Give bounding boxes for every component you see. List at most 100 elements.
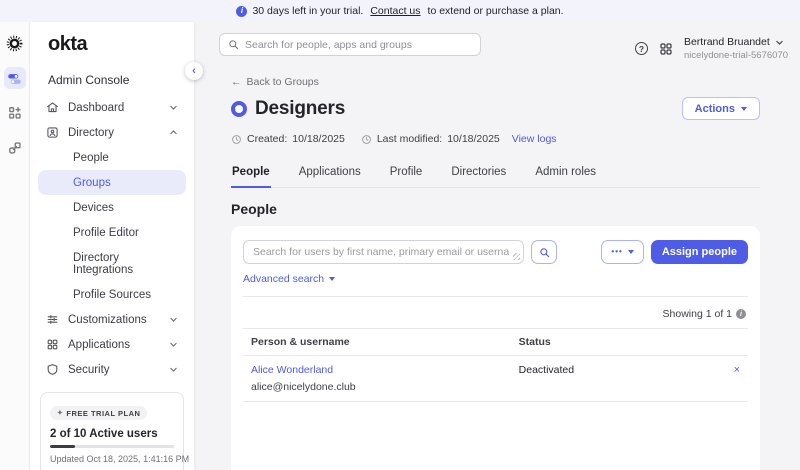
- column-actions: [707, 328, 748, 356]
- trial-plan-card: ✦ FREE TRIAL PLAN 2 of 10 Active users U…: [40, 392, 190, 470]
- okta-wordmark: okta: [48, 33, 88, 55]
- section-title: People: [231, 201, 277, 217]
- person-name-link[interactable]: Alice Wonderland: [251, 364, 503, 376]
- user-search-input[interactable]: [244, 241, 523, 263]
- caret-down-icon: [329, 277, 336, 281]
- okta-logo-icon: [4, 32, 26, 54]
- created-value: 10/18/2025: [292, 133, 345, 145]
- sidebar-item-applications[interactable]: Applications: [38, 332, 186, 357]
- showing-label: Showing 1 of 1: [662, 308, 732, 320]
- info-icon: i: [236, 5, 248, 17]
- column-person-username: Person & username: [243, 328, 511, 356]
- more-options-button[interactable]: •••: [601, 240, 644, 264]
- actions-button[interactable]: Actions: [681, 97, 760, 120]
- sidebar-item-devices[interactable]: Devices: [38, 195, 186, 220]
- trial-banner: i 30 days left in your trial. Contact us…: [0, 0, 800, 22]
- sidebar-item-directory[interactable]: Directory: [38, 120, 186, 145]
- home-icon: [46, 101, 59, 114]
- org-name: nicelydone-trial-5676070: [683, 50, 788, 61]
- star-icon: ✦: [57, 410, 64, 417]
- help-icon[interactable]: ?: [634, 42, 648, 55]
- clock-icon: [231, 134, 242, 145]
- chevron-down-icon: [775, 38, 784, 47]
- created-label: Created:: [247, 133, 288, 145]
- tab-directories[interactable]: Directories: [450, 166, 507, 187]
- table-row: Alice Wonderland alice@nicelydone.club D…: [243, 355, 748, 402]
- tab-people[interactable]: People: [231, 166, 271, 188]
- view-logs-link[interactable]: View logs: [512, 133, 557, 145]
- modified-label: Last modified:: [376, 133, 443, 145]
- user-search[interactable]: [243, 240, 524, 264]
- active-users-progressbar: [50, 445, 174, 448]
- chevron-down-icon: [169, 103, 178, 112]
- divider: [243, 296, 748, 297]
- tab-applications[interactable]: Applications: [298, 166, 362, 187]
- link-resources-icon[interactable]: [4, 137, 26, 159]
- main-area: ? Bertrand Bruandet nicelydone-trial-567…: [194, 22, 800, 470]
- table-header-row: Person & username Status: [243, 328, 748, 356]
- user-menu[interactable]: Bertrand Bruandet nicelydone-trial-56760…: [684, 36, 788, 61]
- sidebar-item-directory-integrations[interactable]: Directory Integrations: [38, 245, 186, 282]
- advanced-search-link[interactable]: Advanced search: [243, 273, 336, 285]
- sidebar-item-label: Directory: [68, 126, 115, 139]
- assign-people-button[interactable]: Assign people: [650, 240, 748, 264]
- chevron-down-icon: [169, 365, 178, 374]
- user-search-button[interactable]: [531, 240, 557, 264]
- tab-bar: People Applications Profile Directories …: [231, 166, 760, 188]
- sidebar-item-security[interactable]: Security: [38, 357, 186, 382]
- admin-console-switcher-icon[interactable]: [3, 67, 26, 89]
- apps-grid-icon: [46, 338, 59, 351]
- app-rail: [0, 22, 30, 470]
- modified-value: 10/18/2025: [447, 133, 500, 145]
- search-icon: [539, 247, 550, 258]
- chevron-down-icon: [169, 340, 178, 349]
- person-username: alice@nicelydone.club: [251, 381, 356, 393]
- tab-admin-roles[interactable]: Admin roles: [534, 166, 597, 187]
- sliders-icon: [46, 313, 59, 326]
- sidebar-item-profile-sources[interactable]: Profile Sources: [38, 282, 186, 307]
- chevron-down-icon: [169, 315, 178, 324]
- sidebar-item-people[interactable]: People: [38, 145, 186, 170]
- directory-icon: [46, 126, 59, 139]
- global-search-input[interactable]: [245, 38, 472, 51]
- admin-console-title: Admin Console: [48, 73, 130, 87]
- sidebar-item-label: Applications: [68, 338, 131, 351]
- back-to-groups-link[interactable]: ← Back to Groups: [231, 76, 319, 88]
- search-icon: [228, 39, 239, 50]
- add-apps-icon[interactable]: [4, 102, 26, 124]
- group-icon: [231, 100, 247, 117]
- tab-profile[interactable]: Profile: [389, 166, 424, 187]
- sidebar-item-profile-editor[interactable]: Profile Editor: [38, 220, 186, 245]
- resize-grip-icon[interactable]: [513, 253, 520, 260]
- topbar-right: ? Bertrand Bruandet nicelydone-trial-567…: [634, 33, 788, 61]
- sidebar-item-label: Customizations: [68, 313, 147, 326]
- app-switcher-icon[interactable]: [659, 42, 673, 56]
- showing-count: Showing 1 of 1 i: [243, 308, 748, 320]
- chevron-up-icon: [169, 128, 178, 137]
- sidebar: okta Admin Console ‹ Dashboard Directory…: [30, 22, 203, 470]
- sidebar-item-customizations[interactable]: Customizations: [38, 307, 186, 332]
- group-meta: Created: 10/18/2025 Last modified: 10/18…: [231, 133, 760, 145]
- progress-fill: [50, 445, 75, 448]
- page-content: ← Back to Groups Designers Actions Creat…: [194, 61, 800, 470]
- column-status: Status: [510, 328, 708, 356]
- user-name: Bertrand Bruandet: [683, 36, 770, 48]
- ellipsis-icon: •••: [611, 247, 623, 256]
- info-icon: i: [736, 309, 746, 319]
- people-toolbar: ••• Assign people: [243, 240, 748, 264]
- sidebar-item-groups[interactable]: Groups: [38, 170, 186, 195]
- global-search[interactable]: [219, 33, 481, 56]
- clock-icon: [361, 134, 372, 145]
- topbar: ? Bertrand Bruandet nicelydone-trial-567…: [194, 22, 800, 61]
- actions-label: Actions: [694, 102, 735, 115]
- person-status: Deactivated: [510, 355, 708, 402]
- remove-person-icon[interactable]: ×: [734, 364, 740, 376]
- banner-contact-us-link[interactable]: Contact us: [370, 5, 420, 17]
- sidebar-item-dashboard[interactable]: Dashboard: [38, 95, 186, 120]
- banner-text: 30 days left in your trial.: [252, 5, 364, 17]
- caret-down-icon: [627, 250, 634, 254]
- sidebar-nav: Dashboard Directory People Groups Device…: [30, 93, 194, 382]
- sidebar-collapse-button[interactable]: ‹: [185, 62, 203, 80]
- usage-updated-timestamp: Updated Oct 18, 2025, 1:41:16 PM: [50, 454, 190, 464]
- caret-down-icon: [741, 106, 747, 111]
